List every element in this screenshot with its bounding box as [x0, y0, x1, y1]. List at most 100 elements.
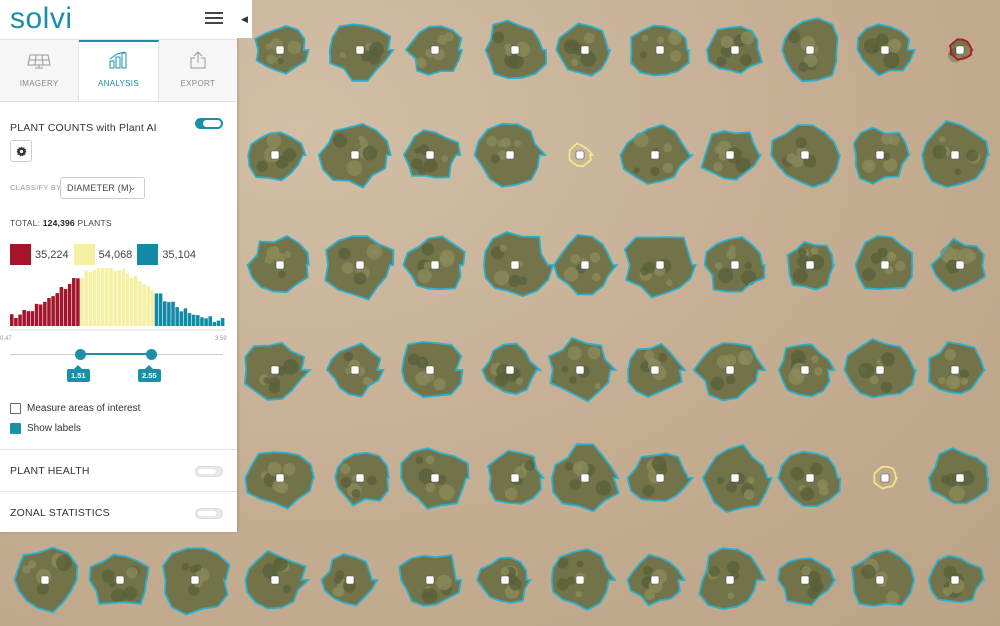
plant-detection[interactable] [398, 554, 463, 607]
plant-detection[interactable] [484, 19, 548, 80]
collapse-panel-button[interactable]: ◀ [237, 0, 252, 38]
plant-detection[interactable] [623, 236, 697, 299]
canopy-texture [594, 383, 601, 390]
plant-detection[interactable] [856, 23, 917, 77]
plant-detection[interactable] [843, 338, 917, 399]
plant-detection[interactable] [626, 553, 686, 607]
plant-detection[interactable] [706, 25, 764, 75]
canopy-texture [492, 31, 505, 44]
canopy-texture [708, 565, 720, 577]
plant-detection[interactable] [402, 129, 462, 179]
plant-detection[interactable] [324, 235, 395, 301]
plant-detection[interactable] [482, 231, 555, 298]
plant-detection[interactable] [701, 443, 773, 514]
plant-detection[interactable] [88, 553, 150, 605]
canopy-texture [109, 580, 116, 588]
plant-detection[interactable] [401, 340, 464, 399]
plant-detection[interactable] [777, 557, 837, 607]
show-labels-checkbox[interactable] [10, 423, 21, 434]
plant-detection[interactable] [770, 124, 841, 188]
plant-detection[interactable] [161, 547, 231, 616]
range-handle-low[interactable] [75, 349, 86, 360]
range-handle-high[interactable] [146, 349, 157, 360]
plant-label-marker [355, 473, 365, 483]
plant-label-marker [800, 150, 810, 160]
plant-detection[interactable] [921, 119, 990, 189]
plant-detection[interactable] [692, 342, 767, 402]
plant-detection[interactable] [334, 451, 390, 507]
measure-areas-option[interactable]: Measure areas of interest [10, 403, 140, 414]
plant-detection[interactable] [325, 342, 385, 398]
plant-detection[interactable] [400, 447, 470, 510]
plant-detection[interactable] [475, 556, 532, 604]
plant-detection[interactable] [777, 450, 842, 508]
plant-detection[interactable] [247, 131, 307, 182]
plant-detection[interactable] [873, 465, 898, 490]
show-labels-option[interactable]: Show labels [10, 423, 81, 434]
plant-detection[interactable] [246, 234, 310, 294]
plant-detection[interactable] [547, 336, 618, 403]
histogram-bar [51, 296, 55, 326]
plant-detection[interactable] [698, 547, 767, 610]
plant-detection[interactable] [850, 548, 916, 608]
classify-by-label: CLASSIFY BY [10, 183, 62, 192]
plant-detection[interactable] [619, 123, 695, 185]
plant-detection[interactable] [627, 342, 687, 398]
hamburger-menu-icon[interactable] [205, 12, 223, 24]
plant-detection[interactable] [700, 130, 763, 181]
plant-counts-toggle[interactable] [195, 118, 223, 129]
plant-detection[interactable] [473, 122, 548, 188]
plant-detection[interactable] [947, 38, 974, 63]
plant-detection[interactable] [854, 234, 914, 291]
plant-detection[interactable] [404, 25, 464, 76]
plant-detection[interactable] [320, 553, 379, 607]
plant-label-marker [500, 575, 510, 585]
plant-detection[interactable] [786, 240, 836, 291]
plant-detection[interactable] [555, 22, 612, 77]
tab-analysis[interactable]: ANALYSIS [79, 40, 159, 101]
plant-detection[interactable] [243, 341, 312, 401]
plant-detection[interactable] [244, 451, 316, 510]
plant-detection[interactable] [244, 550, 311, 610]
measure-areas-checkbox[interactable] [10, 403, 21, 414]
plant-detection[interactable] [481, 342, 543, 396]
tab-imagery[interactable]: IMAGERY [0, 40, 80, 101]
histogram-bar [142, 284, 146, 326]
plant-detection[interactable] [927, 341, 987, 395]
plant-detection[interactable] [486, 449, 546, 505]
plant-detection[interactable] [254, 24, 310, 75]
class-swatch-large[interactable] [137, 244, 159, 265]
plant-detection[interactable] [703, 236, 766, 293]
plant-label-marker [40, 575, 50, 585]
plant-detection[interactable] [626, 452, 695, 502]
plant-detection[interactable] [777, 343, 836, 398]
class-swatch-small[interactable] [10, 244, 31, 265]
plant-detection[interactable] [13, 546, 79, 614]
solvi-logo[interactable]: solvi [10, 2, 73, 36]
plant-detection[interactable] [852, 126, 911, 185]
canopy-texture [338, 247, 351, 260]
zonal-statistics-toggle[interactable] [195, 508, 223, 519]
canopy-texture [642, 261, 656, 274]
plant-detection[interactable] [781, 17, 839, 83]
plant-detection[interactable] [328, 23, 395, 82]
plant-detection[interactable] [568, 142, 595, 168]
plant-detection[interactable] [927, 554, 985, 604]
plant-detection[interactable] [630, 24, 690, 77]
plant-health-toggle[interactable] [195, 466, 223, 477]
classify-by-select[interactable]: DIAMETER (M) ⌄ [60, 177, 145, 199]
canopy-texture [790, 466, 805, 481]
settings-button[interactable] [10, 140, 32, 162]
plant-label-marker [955, 260, 965, 270]
plant-detection[interactable] [930, 237, 987, 293]
plant-detection[interactable] [550, 443, 620, 513]
class-swatch-medium[interactable] [73, 244, 95, 265]
tab-export[interactable]: EXPORT [158, 40, 237, 101]
plant-detection[interactable] [553, 233, 619, 296]
plant-detection[interactable] [402, 235, 466, 291]
plant-health-section[interactable]: PLANT HEALTH [0, 449, 237, 491]
plant-detection[interactable] [317, 123, 392, 189]
plant-detection[interactable] [550, 548, 617, 611]
plant-detection[interactable] [927, 447, 990, 505]
zonal-statistics-section[interactable]: ZONAL STATISTICS [0, 491, 237, 533]
